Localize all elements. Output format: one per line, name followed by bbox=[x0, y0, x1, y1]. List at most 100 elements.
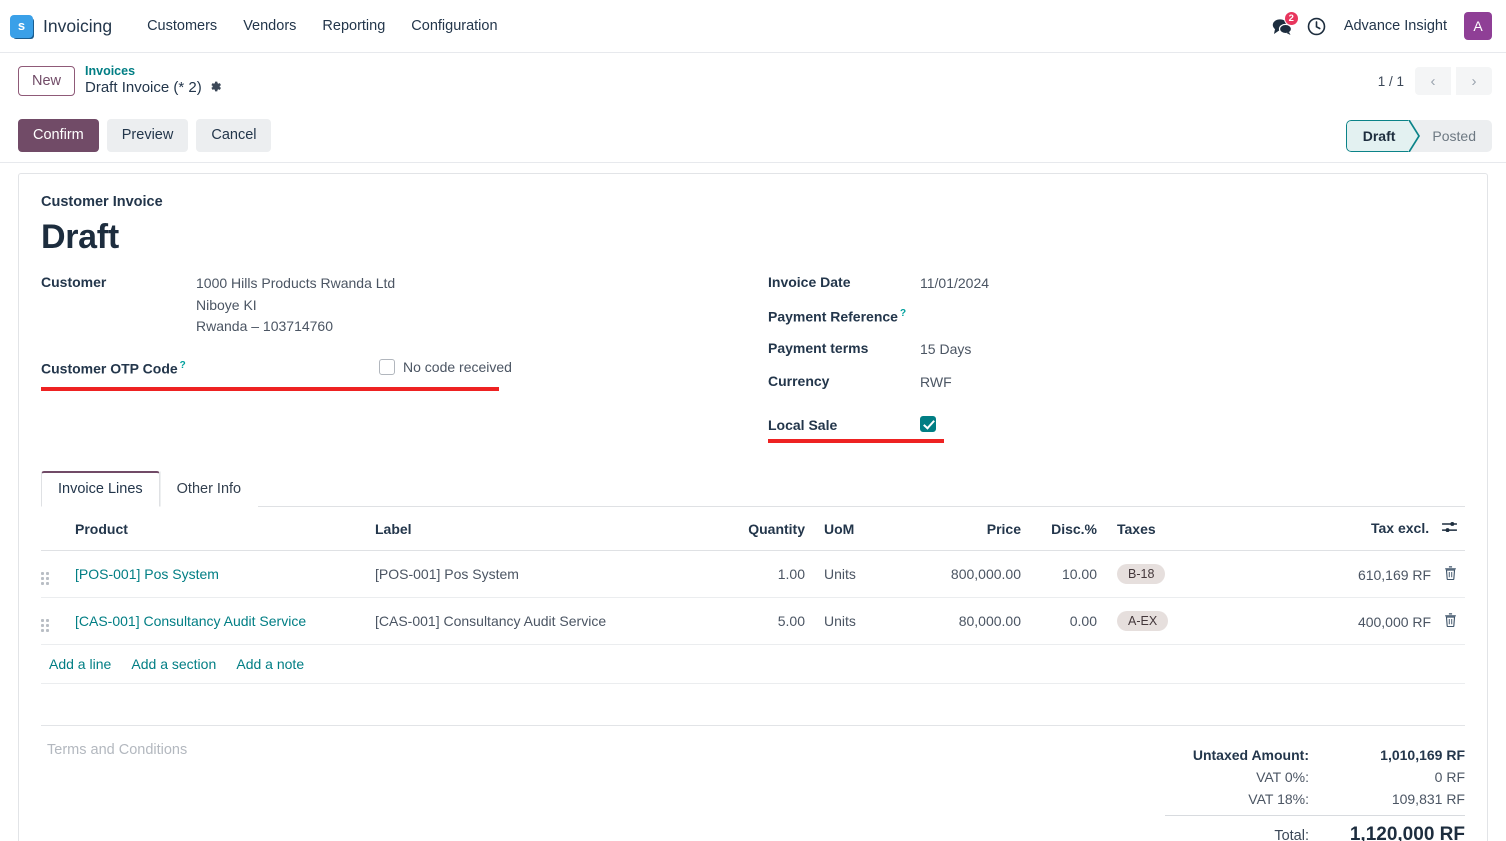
vat-0-label: VAT 0%: bbox=[1256, 769, 1309, 786]
page-title: Draft bbox=[41, 218, 119, 256]
currency-value[interactable]: RWF bbox=[920, 372, 952, 394]
cell-uom[interactable]: Units bbox=[813, 550, 905, 599]
cell-product[interactable]: [CAS-001] Consultancy Audit Service bbox=[67, 597, 367, 646]
col-subtotal-header: Tax excl. bbox=[1233, 507, 1465, 552]
user-menu-name[interactable]: Advance Insight bbox=[1334, 12, 1457, 40]
invoice-lines-body: [POS-001] Pos System [POS-001] Pos Syste… bbox=[41, 550, 1465, 727]
col-price-header: Price bbox=[905, 507, 1029, 552]
preview-button[interactable]: Preview bbox=[106, 118, 189, 153]
optional-columns-icon[interactable] bbox=[1442, 521, 1457, 537]
payment-terms-value[interactable]: 15 Days bbox=[920, 339, 971, 361]
add-a-note-button[interactable]: Add a note bbox=[236, 656, 304, 672]
drag-handle-icon[interactable] bbox=[41, 619, 51, 633]
local-sale-checkbox[interactable] bbox=[920, 416, 936, 433]
menu-item-reporting[interactable]: Reporting bbox=[309, 12, 398, 40]
activities-button[interactable] bbox=[1300, 9, 1334, 43]
lines-spacer-cell bbox=[41, 683, 1465, 727]
annotation-underline-local-sale bbox=[768, 439, 944, 444]
control-panel-top: New Invoices Draft Invoice (* 2) 1 / 1 ‹… bbox=[0, 53, 1506, 109]
cell-label[interactable]: [CAS-001] Consultancy Audit Service bbox=[367, 597, 735, 646]
app-logo-letter: s bbox=[17, 17, 26, 33]
vat-18-value: 109,831 RF bbox=[1391, 791, 1465, 808]
odoo-invoicing-app: s Invoicing Customers Vendors Reporting … bbox=[0, 0, 1506, 841]
add-a-section-button[interactable]: Add a section bbox=[131, 656, 216, 672]
tab-invoice-lines[interactable]: Invoice Lines bbox=[41, 471, 160, 508]
delete-row-icon[interactable] bbox=[1435, 613, 1457, 630]
add-a-line-button[interactable]: Add a line bbox=[49, 656, 111, 672]
col-handle-header bbox=[41, 507, 67, 552]
pager-count: 1 / 1 bbox=[1377, 73, 1404, 89]
cell-discount[interactable]: 0.00 bbox=[1029, 597, 1105, 646]
cell-subtotal: 400,000 RF bbox=[1233, 597, 1465, 646]
col-label-header: Label bbox=[367, 507, 735, 552]
tax-tag[interactable]: B-18 bbox=[1117, 564, 1166, 585]
otp-label-text: Customer OTP Code bbox=[41, 360, 178, 377]
main-menu: Customers Vendors Reporting Configuratio… bbox=[134, 12, 510, 40]
cell-price[interactable]: 80,000.00 bbox=[905, 597, 1029, 646]
tax-tag[interactable]: A-EX bbox=[1117, 611, 1169, 632]
vat-0-value: 0 RF bbox=[1434, 769, 1465, 786]
local-sale-label: Local Sale bbox=[768, 417, 838, 434]
new-button[interactable]: New bbox=[18, 65, 76, 97]
product-link[interactable]: [CAS-001] Consultancy Audit Service bbox=[75, 613, 306, 629]
total-value: 1,120,000 RF bbox=[1349, 824, 1465, 841]
field-currency: Currency RWF bbox=[768, 372, 1368, 394]
status-draft[interactable]: Draft bbox=[1345, 119, 1421, 152]
messages-button[interactable]: 2 bbox=[1266, 9, 1300, 43]
invoice-lines-head: Product Label Quantity UoM Price Disc.% … bbox=[41, 507, 1465, 552]
cell-taxes[interactable]: B-18 bbox=[1105, 550, 1233, 599]
clock-icon bbox=[1308, 17, 1326, 35]
table-row[interactable]: [CAS-001] Consultancy Audit Service [CAS… bbox=[41, 597, 1465, 646]
app-name[interactable]: Invoicing bbox=[43, 16, 112, 37]
cell-product[interactable]: [POS-001] Pos System bbox=[67, 550, 367, 599]
table-row[interactable]: [POS-001] Pos System [POS-001] Pos Syste… bbox=[41, 550, 1465, 599]
row-drag-handle-cell bbox=[41, 550, 67, 599]
total-row-vat18: VAT 18%: 109,831 RF bbox=[1165, 788, 1465, 810]
cell-label[interactable]: [POS-001] Pos System bbox=[367, 550, 735, 599]
payment-reference-help-icon[interactable]: ? bbox=[900, 308, 906, 319]
invoice-date-value[interactable]: 11/01/2024 bbox=[920, 273, 989, 295]
pager-previous-button[interactable]: ‹ bbox=[1415, 67, 1451, 95]
document-subtitle: Customer Invoice bbox=[41, 194, 163, 210]
payment-reference-value[interactable] bbox=[920, 307, 1100, 325]
col-product-header: Product bbox=[67, 507, 367, 552]
cell-quantity[interactable]: 5.00 bbox=[735, 597, 813, 646]
cell-discount[interactable]: 10.00 bbox=[1029, 550, 1105, 599]
menu-item-customers[interactable]: Customers bbox=[134, 12, 230, 40]
no-code-received-checkbox[interactable] bbox=[379, 359, 395, 376]
tab-other-info[interactable]: Other Info bbox=[159, 471, 259, 508]
cell-quantity[interactable]: 1.00 bbox=[735, 550, 813, 599]
menu-item-vendors[interactable]: Vendors bbox=[230, 12, 309, 40]
add-links-row: Add a line Add a section Add a note bbox=[41, 644, 1465, 685]
cell-uom[interactable]: Units bbox=[813, 597, 905, 646]
pager-next-button[interactable]: › bbox=[1456, 67, 1492, 95]
invoice-sheet: Customer Invoice Draft Customer 1000 Hil… bbox=[18, 173, 1488, 841]
drag-handle-icon[interactable] bbox=[41, 572, 51, 586]
cell-subtotal: 610,169 RF bbox=[1233, 550, 1465, 599]
breadcrumb-parent[interactable]: Invoices bbox=[85, 64, 222, 80]
col-discount-header: Disc.% bbox=[1029, 507, 1105, 552]
breadcrumb-current-wrap: Draft Invoice (* 2) bbox=[85, 79, 222, 98]
menu-item-configuration[interactable]: Configuration bbox=[398, 12, 510, 40]
product-link[interactable]: [POS-001] Pos System bbox=[75, 566, 219, 582]
otp-help-icon[interactable]: ? bbox=[180, 360, 186, 371]
customer-value[interactable]: 1000 Hills Products Rwanda Ltd Niboye KI… bbox=[196, 273, 395, 338]
invoice-lines-table: Product Label Quantity UoM Price Disc.% … bbox=[41, 507, 1465, 727]
cancel-button[interactable]: Cancel bbox=[196, 118, 272, 153]
cell-taxes[interactable]: A-EX bbox=[1105, 597, 1233, 646]
field-local-sale: Local Sale bbox=[768, 416, 1368, 444]
avatar[interactable]: A bbox=[1464, 12, 1492, 40]
terms-and-conditions-input[interactable]: Terms and Conditions bbox=[41, 742, 741, 841]
field-payment-terms: Payment terms 15 Days bbox=[768, 339, 1368, 361]
delete-row-icon[interactable] bbox=[1435, 566, 1457, 583]
confirm-button[interactable]: Confirm bbox=[18, 118, 99, 153]
table-header-row: Product Label Quantity UoM Price Disc.% … bbox=[41, 507, 1465, 552]
fields-right-column: Invoice Date 11/01/2024 Payment Referenc… bbox=[768, 273, 1368, 445]
invoice-date-label: Invoice Date bbox=[768, 274, 851, 290]
customer-label: Customer bbox=[41, 274, 107, 290]
no-code-received-group: No code received bbox=[379, 359, 512, 376]
cell-price[interactable]: 800,000.00 bbox=[905, 550, 1029, 599]
status-posted[interactable]: Posted bbox=[1410, 120, 1492, 152]
app-logo-icon[interactable]: s bbox=[10, 14, 33, 38]
gear-icon[interactable] bbox=[209, 80, 222, 97]
